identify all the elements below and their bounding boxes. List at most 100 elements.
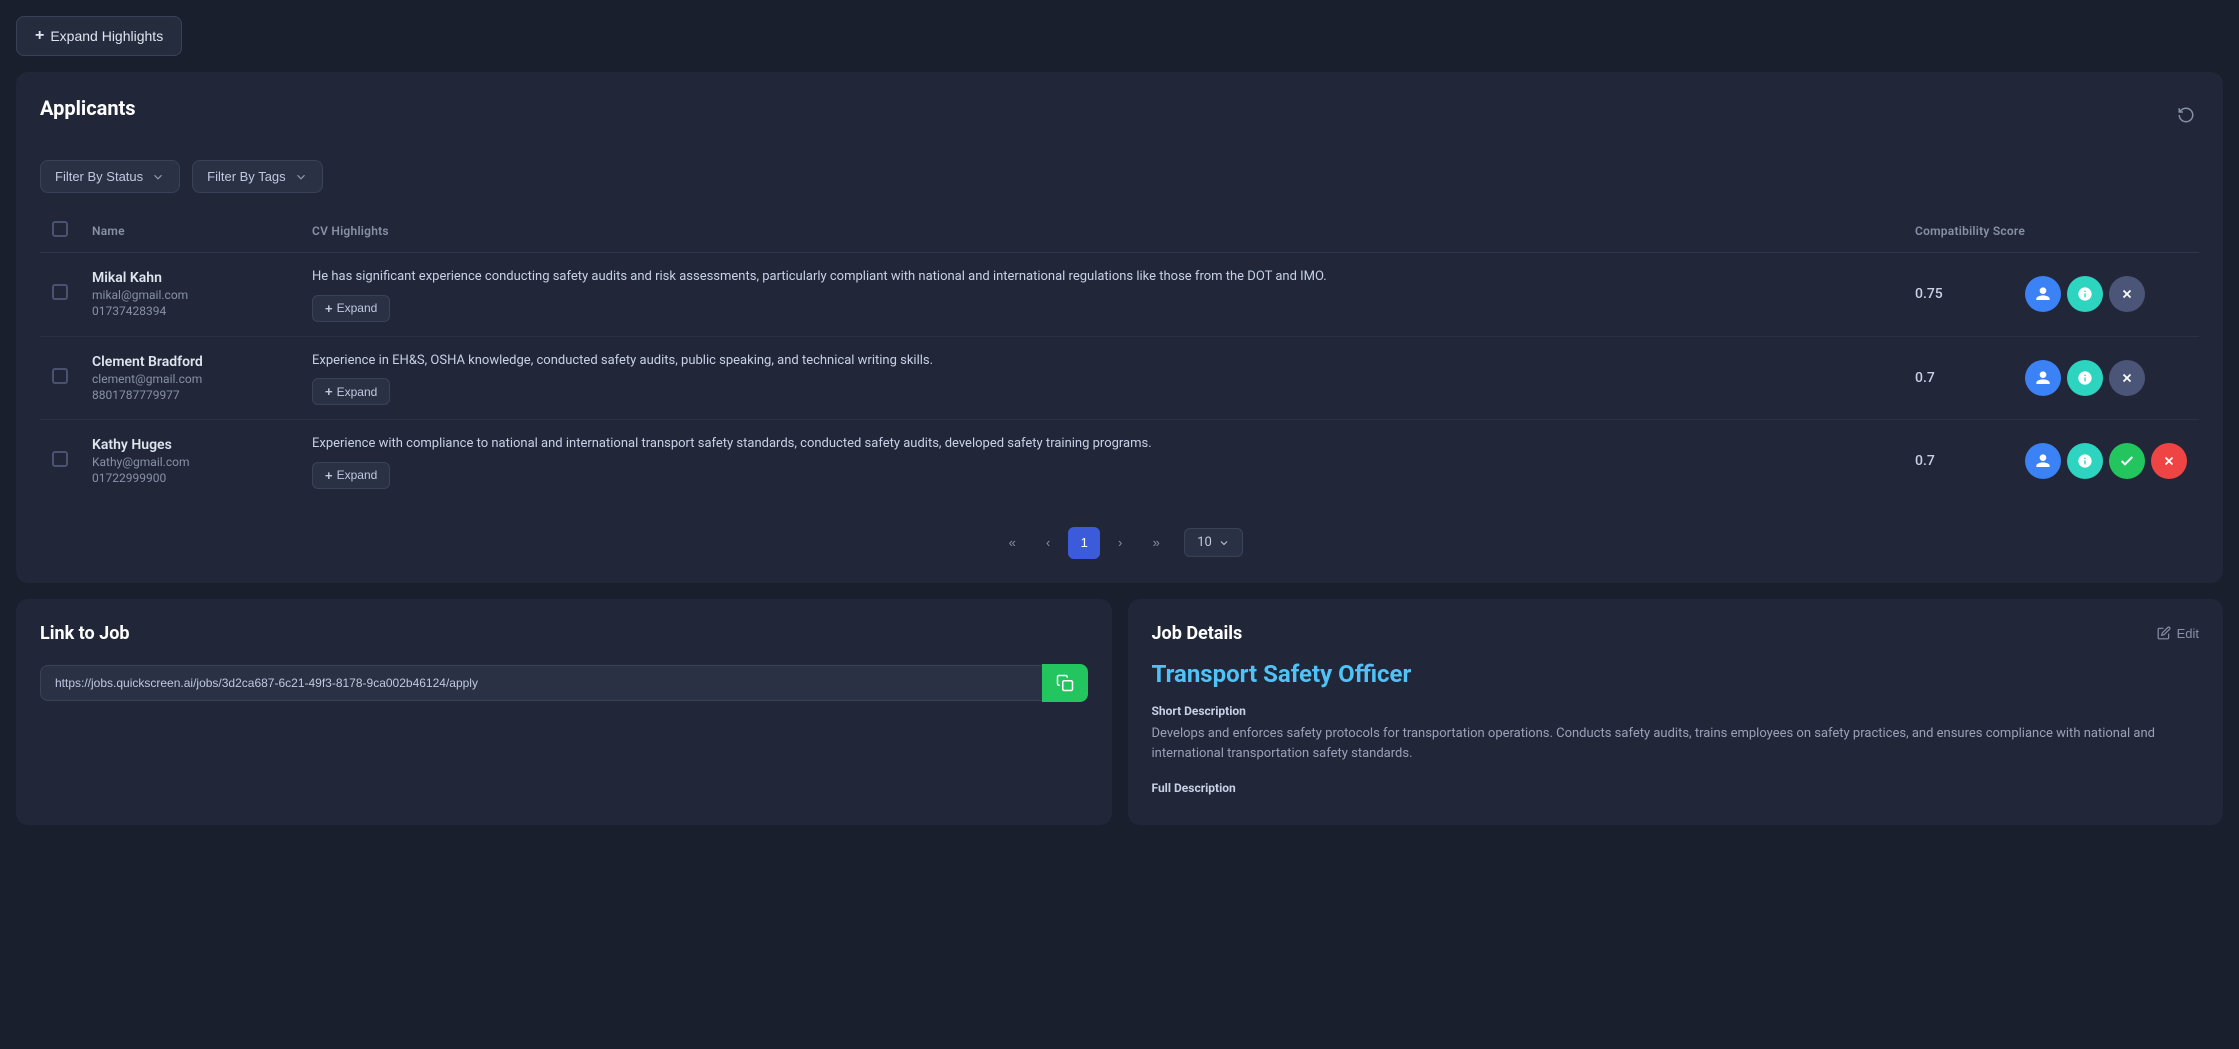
score-cell: 0.7 — [1903, 420, 2199, 503]
close-button[interactable] — [2109, 276, 2145, 312]
applicant-email: clement@gmail.com — [92, 372, 288, 386]
info-button[interactable] — [2067, 276, 2103, 312]
compatibility-score: 0.75 — [1915, 286, 1955, 302]
close-icon — [2120, 371, 2134, 385]
action-buttons — [2025, 276, 2145, 312]
info-icon — [2077, 286, 2093, 302]
close-icon — [2162, 454, 2176, 468]
info-button[interactable] — [2067, 443, 2103, 479]
expand-label: Expand — [337, 468, 378, 482]
job-name: Transport Safety Officer — [1152, 660, 2200, 688]
applicant-name: Clement Bradford — [92, 354, 288, 370]
expand-cv-button[interactable]: + Expand — [312, 378, 390, 405]
cv-highlight-text: Experience in EH&S, OSHA knowledge, cond… — [312, 351, 1891, 371]
pagination: « ‹ 1 › » 10 — [40, 527, 2199, 559]
page-1-button[interactable]: 1 — [1068, 527, 1100, 559]
row-checkbox[interactable] — [52, 284, 68, 300]
cv-highlight-text: He has significant experience conducting… — [312, 267, 1891, 287]
reject-button[interactable] — [2151, 443, 2187, 479]
person-icon — [2035, 453, 2051, 469]
table-row: Mikal Kahn mikal@gmail.com 01737428394 H… — [40, 253, 2199, 337]
cv-highlights-cell: He has significant experience conducting… — [300, 253, 1903, 337]
applicant-email: mikal@gmail.com — [92, 288, 288, 302]
expand-label: Expand — [337, 385, 378, 399]
chevron-down-icon — [294, 170, 308, 184]
plus-icon: + — [35, 27, 44, 45]
cv-highlights-cell: Experience with compliance to national a… — [300, 420, 1903, 503]
select-all-checkbox[interactable] — [52, 221, 68, 237]
plus-icon: + — [325, 384, 333, 399]
info-button[interactable] — [2067, 360, 2103, 396]
applicant-email: Kathy@gmail.com — [92, 455, 288, 469]
next-page-button[interactable]: › — [1104, 527, 1136, 559]
applicants-table: Name CV Highlights Compatibility Score M… — [40, 213, 2199, 503]
row-checkbox-cell — [40, 336, 80, 420]
plus-icon: + — [325, 468, 333, 483]
copy-link-button[interactable] — [1042, 664, 1088, 702]
full-description-label: Full Description — [1152, 781, 2200, 795]
approve-button[interactable] — [2109, 443, 2145, 479]
expand-label: Expand — [337, 301, 378, 315]
prev-page-button[interactable]: ‹ — [1032, 527, 1064, 559]
plus-icon: + — [325, 301, 333, 316]
row-checkbox[interactable] — [52, 451, 68, 467]
action-buttons — [2025, 443, 2187, 479]
applicant-name: Kathy Huges — [92, 437, 288, 453]
edit-icon — [2157, 626, 2171, 640]
compatibility-score: 0.7 — [1915, 370, 1955, 386]
applicant-name-cell: Clement Bradford clement@gmail.com 88017… — [80, 336, 300, 420]
info-icon — [2077, 453, 2093, 469]
close-button[interactable] — [2109, 360, 2145, 396]
expand-highlights-label: Expand Highlights — [50, 28, 163, 44]
job-details-header: Job Details Edit — [1152, 623, 2200, 644]
applicant-name-cell: Kathy Huges Kathy@gmail.com 01722999900 — [80, 420, 300, 503]
refresh-button[interactable] — [2173, 102, 2199, 131]
link-to-job-panel: Link to Job — [16, 599, 1112, 826]
check-icon — [2119, 453, 2135, 469]
last-page-button[interactable]: » — [1140, 527, 1172, 559]
col-cv-highlights: CV Highlights — [300, 213, 1903, 253]
chevron-down-icon — [1218, 537, 1230, 549]
col-name: Name — [80, 213, 300, 253]
row-checkbox-cell — [40, 253, 80, 337]
edit-button[interactable]: Edit — [2157, 626, 2199, 641]
applicants-panel: Applicants Filter By Status Filter By Ta… — [16, 72, 2223, 583]
applicant-phone: 01737428394 — [92, 304, 288, 318]
expand-cv-button[interactable]: + Expand — [312, 295, 390, 322]
filter-by-tags-dropdown[interactable]: Filter By Tags — [192, 160, 323, 193]
link-to-job-title: Link to Job — [40, 623, 1088, 644]
applicant-name: Mikal Kahn — [92, 270, 288, 286]
applicant-name-cell: Mikal Kahn mikal@gmail.com 01737428394 — [80, 253, 300, 337]
table-row: Clement Bradford clement@gmail.com 88017… — [40, 336, 2199, 420]
cv-highlight-text: Experience with compliance to national a… — [312, 434, 1891, 454]
expand-highlights-button[interactable]: + Expand Highlights — [16, 16, 182, 56]
filter-status-label: Filter By Status — [55, 169, 143, 184]
person-icon — [2035, 370, 2051, 386]
first-page-button[interactable]: « — [996, 527, 1028, 559]
profile-button[interactable] — [2025, 443, 2061, 479]
applicant-phone: 8801787779977 — [92, 388, 288, 402]
bottom-grid: Link to Job Job Details Edit Transpor — [16, 599, 2223, 826]
action-buttons — [2025, 360, 2145, 396]
edit-label: Edit — [2177, 626, 2199, 641]
short-description-text: Develops and enforces safety protocols f… — [1152, 724, 2200, 766]
job-link-input[interactable] — [40, 665, 1042, 701]
score-cell: 0.7 — [1903, 336, 2199, 420]
refresh-icon — [2177, 106, 2195, 124]
filters-row: Filter By Status Filter By Tags — [40, 160, 2199, 193]
job-details-title: Job Details — [1152, 623, 1243, 644]
filter-by-status-dropdown[interactable]: Filter By Status — [40, 160, 180, 193]
filter-tags-label: Filter By Tags — [207, 169, 286, 184]
col-compatibility-score: Compatibility Score — [1903, 213, 2199, 253]
expand-cv-button[interactable]: + Expand — [312, 462, 390, 489]
table-row: Kathy Huges Kathy@gmail.com 01722999900 … — [40, 420, 2199, 503]
cv-highlights-cell: Experience in EH&S, OSHA knowledge, cond… — [300, 336, 1903, 420]
row-checkbox[interactable] — [52, 368, 68, 384]
applicants-title: Applicants — [40, 96, 136, 120]
compatibility-score: 0.7 — [1915, 453, 1955, 469]
close-icon — [2120, 287, 2134, 301]
profile-button[interactable] — [2025, 276, 2061, 312]
info-icon — [2077, 370, 2093, 386]
profile-button[interactable] — [2025, 360, 2061, 396]
per-page-select[interactable]: 10 — [1184, 528, 1243, 557]
